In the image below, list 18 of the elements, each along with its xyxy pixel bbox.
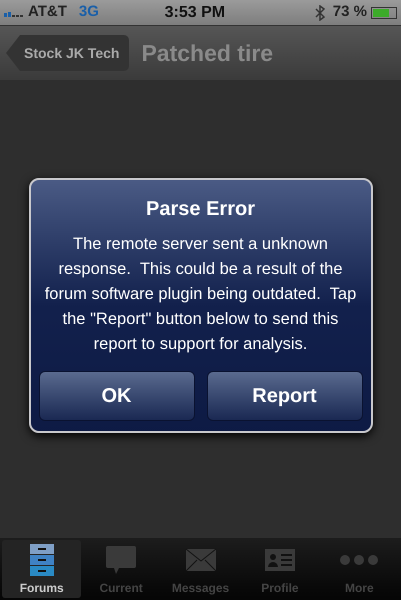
network-type: 3G bbox=[78, 2, 99, 22]
cabinet-icon bbox=[28, 542, 55, 576]
carrier-name: AT&T bbox=[28, 2, 67, 22]
alert-button[interactable]: Report bbox=[206, 370, 362, 420]
battery-percent: 73 % bbox=[332, 2, 367, 22]
bluetooth-icon bbox=[314, 4, 325, 20]
clock: 3:53 PM bbox=[164, 2, 226, 22]
alert-message: The remote server sent a unknown response. This could be a result of the forum software plugin being outdated. Tap the "Report" button below to send this report to support for analysis. bbox=[44, 234, 358, 354]
battery-icon bbox=[371, 6, 397, 18]
back-button[interactable]: Stock JK Tech bbox=[6, 35, 130, 71]
envelope-icon bbox=[184, 548, 217, 572]
screen-title: Patched tire bbox=[141, 38, 274, 68]
alert-button[interactable]: OK bbox=[38, 370, 194, 420]
speech-bubble-icon bbox=[105, 544, 138, 574]
dots-icon bbox=[339, 554, 380, 566]
id-card-icon bbox=[264, 548, 296, 572]
tab-item[interactable]: Forums bbox=[2, 540, 82, 598]
alert-title: Parse Error bbox=[146, 196, 255, 222]
